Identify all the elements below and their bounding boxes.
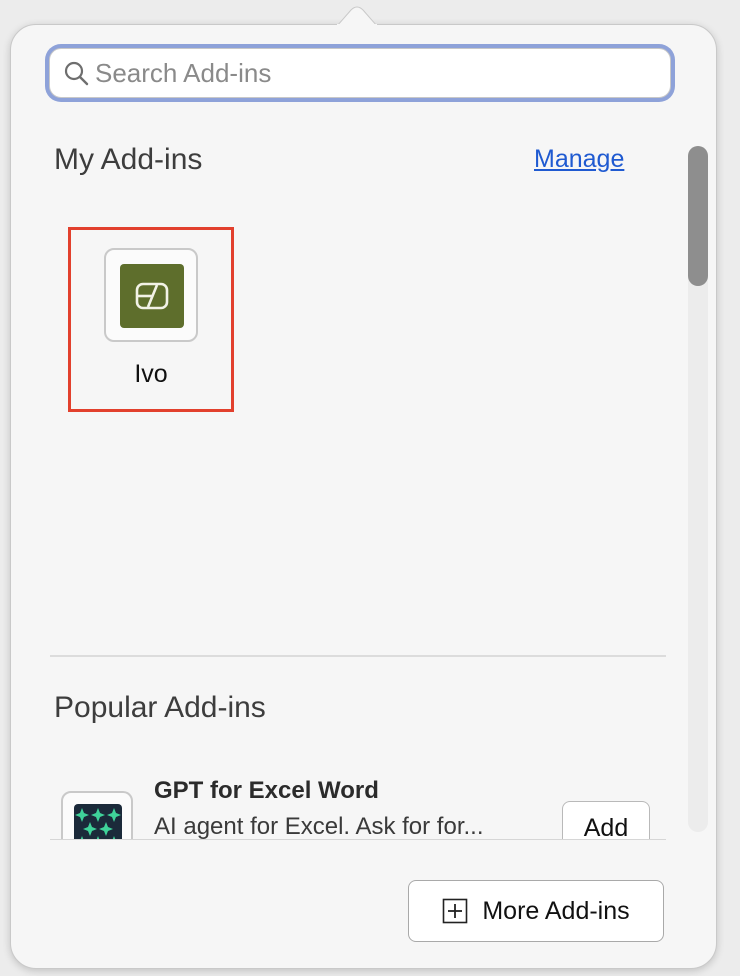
addin-icon-frame: [104, 248, 198, 342]
add-ins-popover: My Add-ins Manage Ivo Popular Add-ins: [10, 24, 717, 969]
section-divider: [50, 655, 666, 657]
my-add-ins-heading: My Add-ins: [54, 143, 203, 176]
popular-add-ins-heading: Popular Add-ins: [54, 691, 266, 724]
addin-tile-ivo[interactable]: Ivo: [68, 227, 234, 412]
plus-box-icon: [442, 898, 468, 924]
addin-name: Ivo: [134, 360, 168, 388]
search-box[interactable]: [49, 48, 671, 98]
addin-icon-frame: [61, 791, 133, 839]
search-input[interactable]: [91, 51, 670, 95]
scrollbar[interactable]: [688, 146, 708, 832]
popular-addin-description: AI agent for Excel. Ask for for...: [154, 813, 484, 839]
list-bottom-divider: [50, 839, 666, 840]
popular-addin-name: GPT for Excel Word: [154, 777, 379, 804]
manage-link[interactable]: Manage: [534, 145, 624, 174]
more-add-ins-label: More Add-ins: [482, 896, 630, 925]
scrollbar-thumb[interactable]: [688, 146, 708, 286]
search-icon: [61, 58, 91, 88]
popular-addin-row[interactable]: GPT for Excel Word AI agent for Excel. A…: [61, 773, 671, 839]
ivo-logo-icon: [120, 264, 184, 328]
popover-arrow: [337, 6, 377, 26]
add-button[interactable]: Add: [562, 801, 650, 839]
gpt-for-excel-word-logo-icon: [74, 804, 122, 839]
more-add-ins-button[interactable]: More Add-ins: [408, 880, 664, 942]
